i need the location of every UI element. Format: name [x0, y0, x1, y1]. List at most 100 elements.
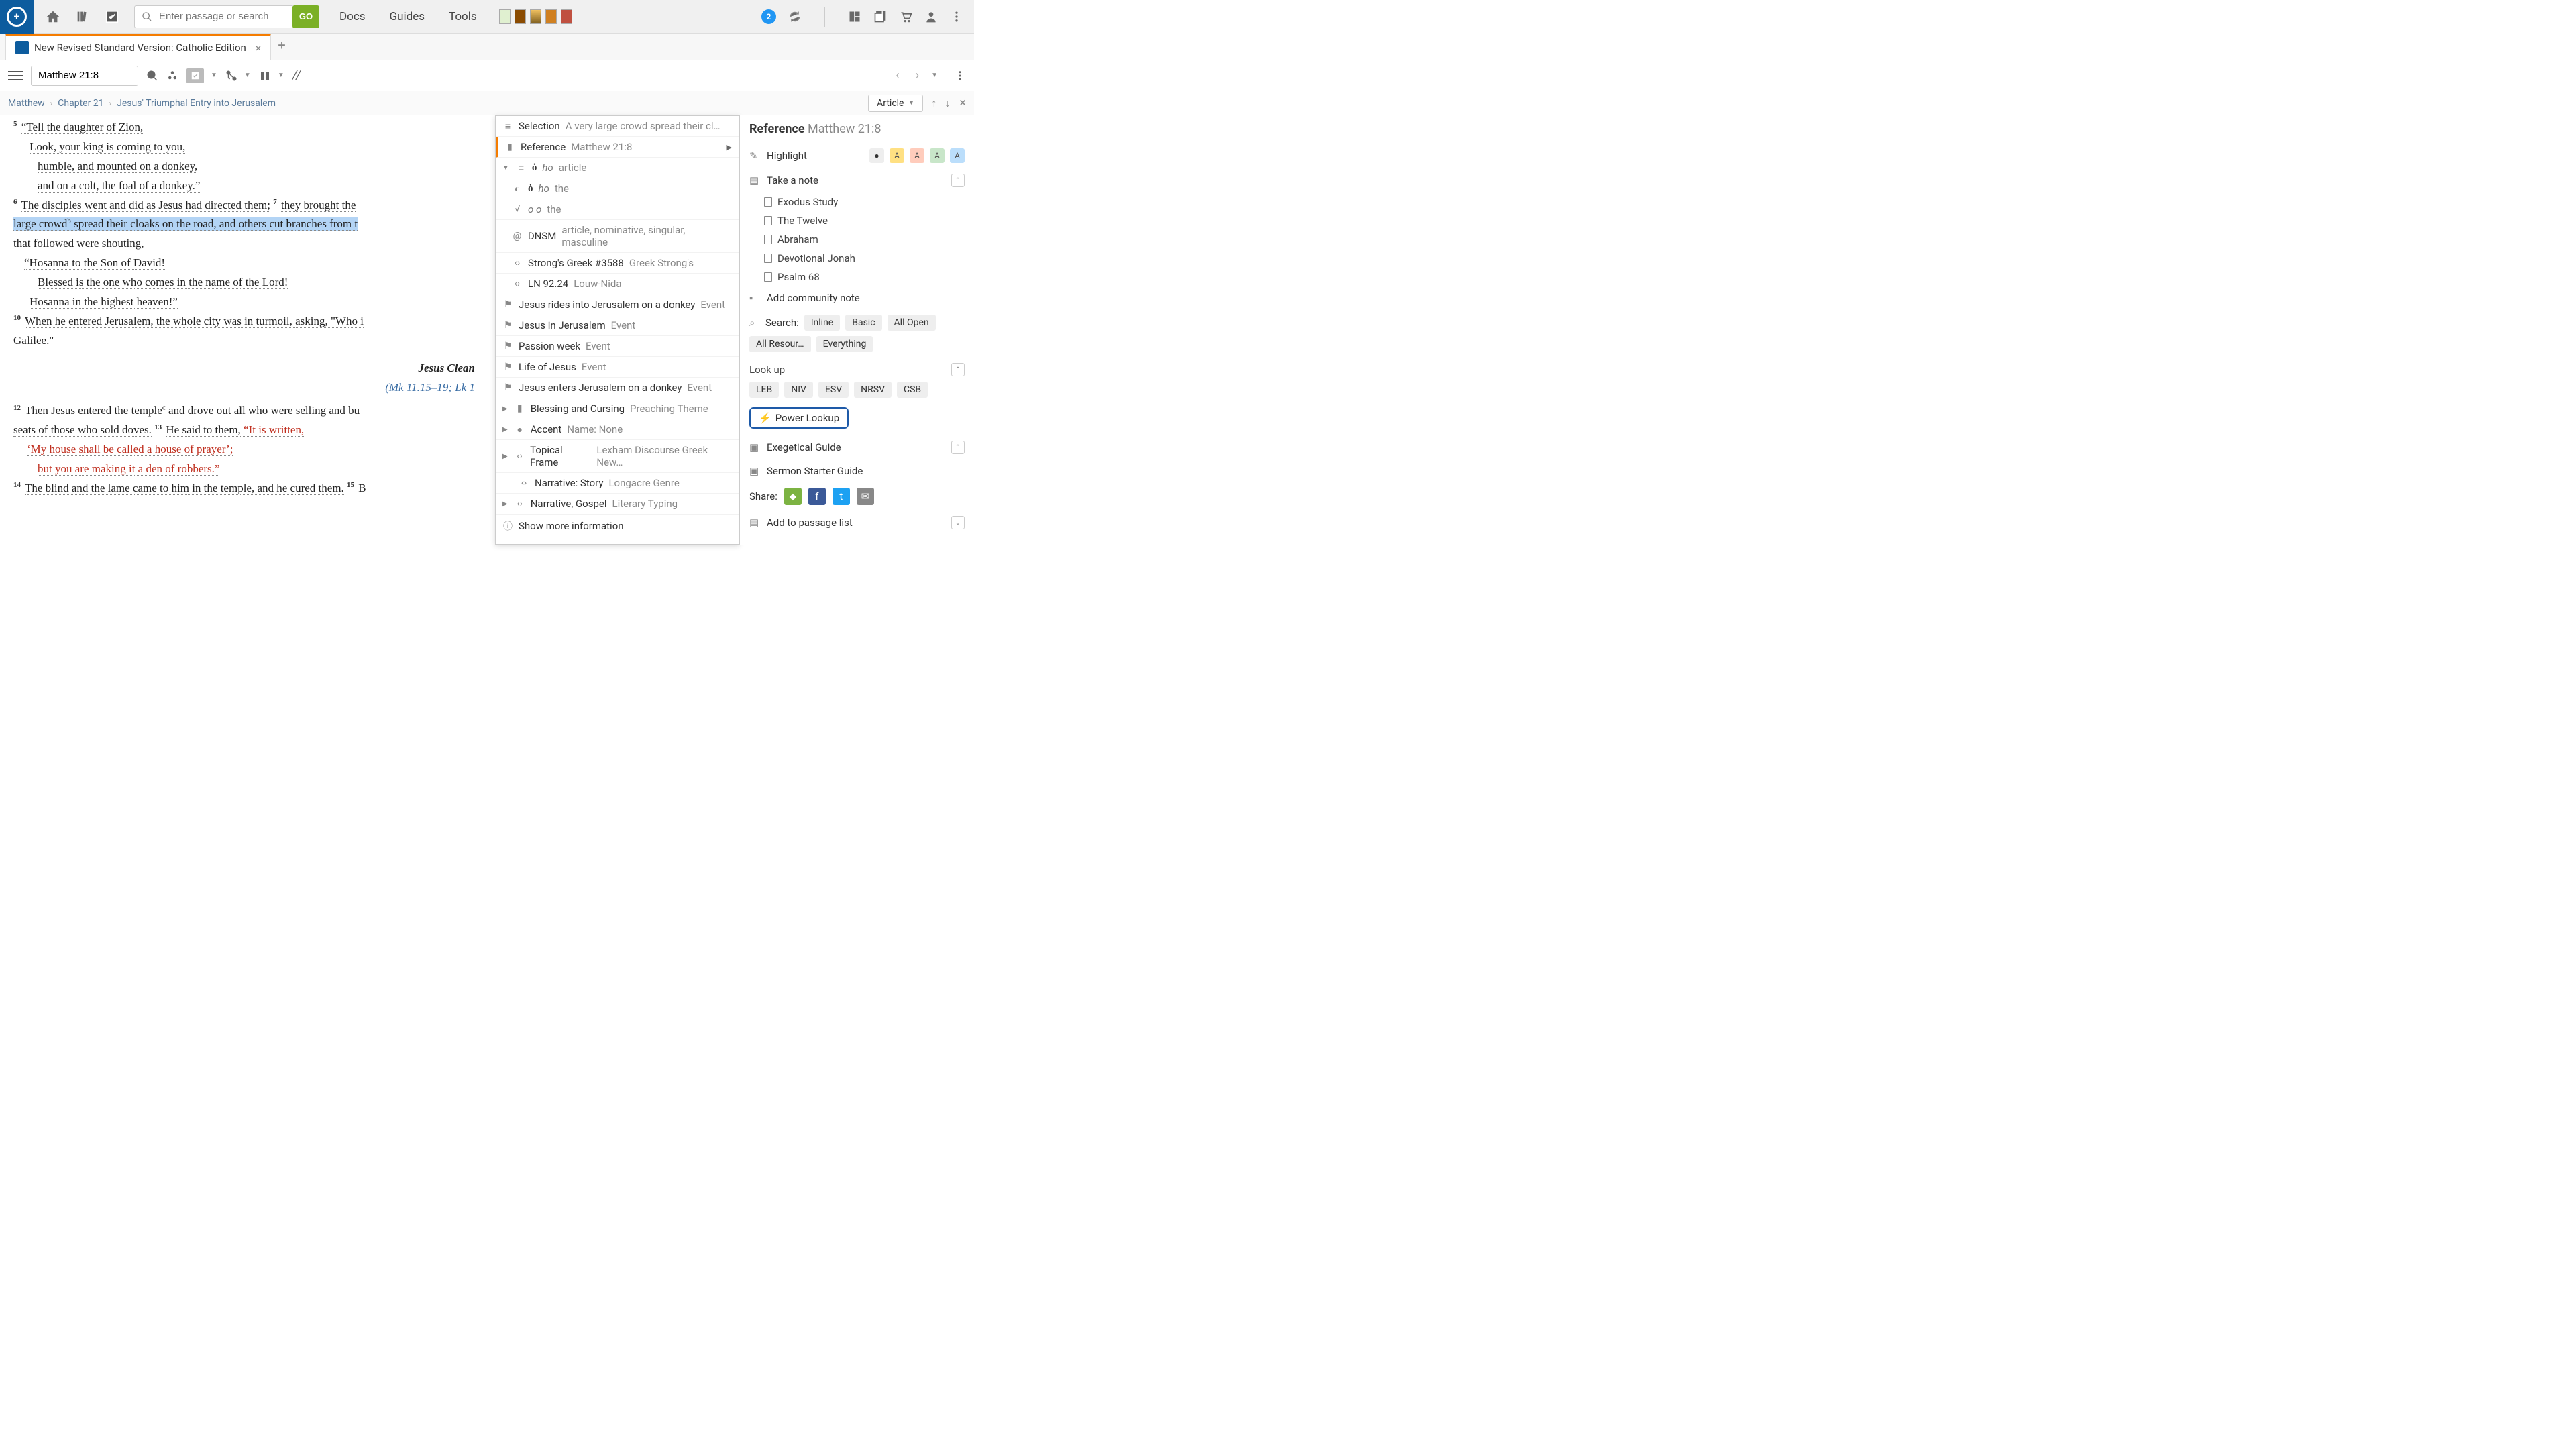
- share-email-icon[interactable]: ✉: [857, 488, 874, 505]
- search-option[interactable]: All Resour…: [749, 336, 811, 352]
- menu-event[interactable]: ⚑Life of JesusEvent: [496, 357, 739, 378]
- add-tab-button[interactable]: +: [271, 30, 292, 60]
- hamburger-icon[interactable]: [8, 68, 23, 83]
- expand-icon[interactable]: ▶: [502, 405, 508, 413]
- article-dropdown[interactable]: Article▼: [868, 95, 923, 112]
- chevron-down-icon[interactable]: ⌄: [951, 516, 965, 529]
- expand-icon[interactable]: ▶: [502, 453, 508, 460]
- highlight-swatch[interactable]: A: [950, 148, 965, 163]
- menu-literary[interactable]: ▶‹›Narrative, GospelLiterary Typing: [496, 494, 739, 515]
- search-option[interactable]: Inline: [804, 315, 841, 331]
- menu-strongs[interactable]: ‹› Strong's Greek #3588 Greek Strong's: [496, 253, 739, 274]
- menu-accent[interactable]: ▶●AccentName: None: [496, 419, 739, 440]
- columns-icon[interactable]: [259, 70, 271, 82]
- menu-lemma[interactable]: ▼ ≡ ὁ ho article: [496, 158, 739, 178]
- version-chip[interactable]: CSB: [897, 382, 928, 398]
- note-item[interactable]: Psalm 68: [764, 268, 974, 286]
- shortcut-icon[interactable]: [499, 9, 511, 24]
- breadcrumb[interactable]: Matthew: [8, 98, 45, 109]
- verse-text[interactable]: The blind and the lame came to him in th…: [25, 482, 344, 495]
- verse-text[interactable]: humble, and mounted on a donkey,: [38, 160, 197, 173]
- shortcut-icon[interactable]: [545, 9, 557, 24]
- note-item[interactable]: Devotional Jonah: [764, 249, 974, 268]
- menu-louw-nida[interactable]: ‹› LN 92.24 Louw-Nida: [496, 274, 739, 294]
- share-faithlife-icon[interactable]: ⬥: [784, 488, 802, 505]
- dots-icon[interactable]: [166, 70, 178, 82]
- verse-text[interactable]: Look, your king is coming to you,: [30, 140, 185, 154]
- sermon-guide-row[interactable]: ▣ Sermon Starter Guide: [740, 460, 974, 482]
- parallel-icon[interactable]: //: [292, 68, 301, 83]
- caret-icon[interactable]: ▼: [244, 72, 251, 79]
- caret-icon[interactable]: ▼: [931, 72, 938, 79]
- words-of-christ[interactable]: ‘My house shall be called a house of pra…: [27, 443, 233, 456]
- kebab-icon[interactable]: [954, 70, 966, 82]
- chevron-up-icon[interactable]: ⌃: [951, 174, 965, 187]
- version-chip[interactable]: ESV: [818, 382, 849, 398]
- version-chip[interactable]: NRSV: [854, 382, 892, 398]
- menu-root[interactable]: ◐ ὁ ho the: [496, 178, 739, 199]
- note-item[interactable]: Abraham: [764, 230, 974, 249]
- close-icon[interactable]: ×: [256, 42, 262, 54]
- go-button[interactable]: GO: [292, 5, 319, 28]
- highlight-swatch[interactable]: A: [890, 148, 904, 163]
- tab-active[interactable]: New Revised Standard Version: Catholic E…: [5, 34, 271, 60]
- menu-theme[interactable]: ▶▮Blessing and CursingPreaching Theme: [496, 398, 739, 419]
- home-icon[interactable]: [46, 9, 60, 24]
- search-option[interactable]: Everything: [816, 336, 873, 352]
- caret-icon[interactable]: ▼: [278, 72, 284, 79]
- chevron-up-icon[interactable]: ⌃: [951, 441, 965, 454]
- close-icon[interactable]: ×: [959, 96, 966, 110]
- verse-text[interactable]: Hosanna in the highest heaven!”: [30, 295, 178, 309]
- caret-icon[interactable]: ▼: [211, 72, 217, 79]
- search-icon[interactable]: [146, 70, 158, 82]
- menu-selection[interactable]: ≡ Selection A very large crowd spread th…: [496, 116, 739, 137]
- shortcut-icon[interactable]: [530, 9, 541, 24]
- filter-button[interactable]: [186, 68, 204, 83]
- notification-badge[interactable]: 2: [761, 9, 776, 24]
- expand-icon[interactable]: ▼: [502, 164, 509, 172]
- menu-sense[interactable]: √ o o the: [496, 199, 739, 220]
- chevron-up-icon[interactable]: ⌃: [951, 363, 965, 376]
- menu-event[interactable]: ⚑Passion weekEvent: [496, 336, 739, 357]
- menu-reference[interactable]: ▮ Reference Matthew 21:8 ▶: [496, 137, 739, 158]
- nav-docs[interactable]: Docs: [339, 10, 366, 23]
- exegetical-guide-row[interactable]: ▣ Exegetical Guide ⌃: [740, 435, 974, 460]
- shortcut-icon[interactable]: [515, 9, 526, 24]
- search-option[interactable]: All Open: [888, 315, 936, 331]
- words-of-christ[interactable]: “It is written,: [244, 423, 304, 437]
- note-item[interactable]: Exodus Study: [764, 193, 974, 211]
- nav-tools[interactable]: Tools: [449, 10, 477, 23]
- menu-event[interactable]: ⚑Jesus enters Jerusalem on a donkeyEvent: [496, 378, 739, 398]
- cross-reference[interactable]: (Mk 11.15–19; Lk 1: [385, 381, 475, 394]
- power-lookup-button[interactable]: ⚡ Power Lookup: [749, 407, 849, 429]
- arrow-up-icon[interactable]: ↑: [931, 97, 936, 110]
- windows-icon[interactable]: [873, 10, 887, 23]
- community-note-row[interactable]: ▪ Add community note: [740, 286, 974, 309]
- checkbox-icon[interactable]: [105, 9, 119, 24]
- take-note-row[interactable]: ▤ Take a note ⌃: [740, 168, 974, 193]
- highlight-swatch[interactable]: A: [910, 148, 924, 163]
- shortcut-icon[interactable]: [561, 9, 572, 24]
- nav-back-icon[interactable]: ‹: [892, 68, 903, 83]
- menu-event[interactable]: ⚑Jesus in JerusalemEvent: [496, 315, 739, 336]
- nav-forward-icon[interactable]: ›: [912, 68, 923, 83]
- reference-input[interactable]: [31, 66, 138, 86]
- words-of-christ[interactable]: but you are making it a den of robbers.”: [38, 462, 219, 476]
- menu-morph[interactable]: @ DNSM article, nominative, singular, ma…: [496, 220, 739, 253]
- verse-text[interactable]: Blessed is the one who comes in the name…: [38, 276, 288, 289]
- add-passage-list-row[interactable]: ▤ Add to passage list ⌄: [740, 511, 974, 535]
- app-logo[interactable]: [0, 0, 34, 34]
- menu-show-more[interactable]: ⓘShow more information: [496, 515, 739, 537]
- menu-event[interactable]: ⚑Jesus rides into Jerusalem on a donkeyE…: [496, 294, 739, 315]
- breadcrumb[interactable]: Jesus' Triumphal Entry into Jerusalem: [117, 98, 276, 109]
- expand-icon[interactable]: ▶: [502, 500, 508, 508]
- version-chip[interactable]: NIV: [784, 382, 813, 398]
- arrow-down-icon[interactable]: ↓: [945, 97, 950, 110]
- share-facebook-icon[interactable]: f: [808, 488, 826, 505]
- verse-text[interactable]: “Tell the daughter of Zion,: [21, 121, 144, 134]
- expand-icon[interactable]: ▶: [502, 426, 508, 433]
- sync-icon[interactable]: [788, 10, 802, 23]
- share-twitter-icon[interactable]: t: [833, 488, 850, 505]
- verse-text[interactable]: The disciples went and did as Jesus had …: [21, 199, 270, 212]
- verse-text[interactable]: and on a colt, the foal of a donkey.”: [38, 179, 200, 193]
